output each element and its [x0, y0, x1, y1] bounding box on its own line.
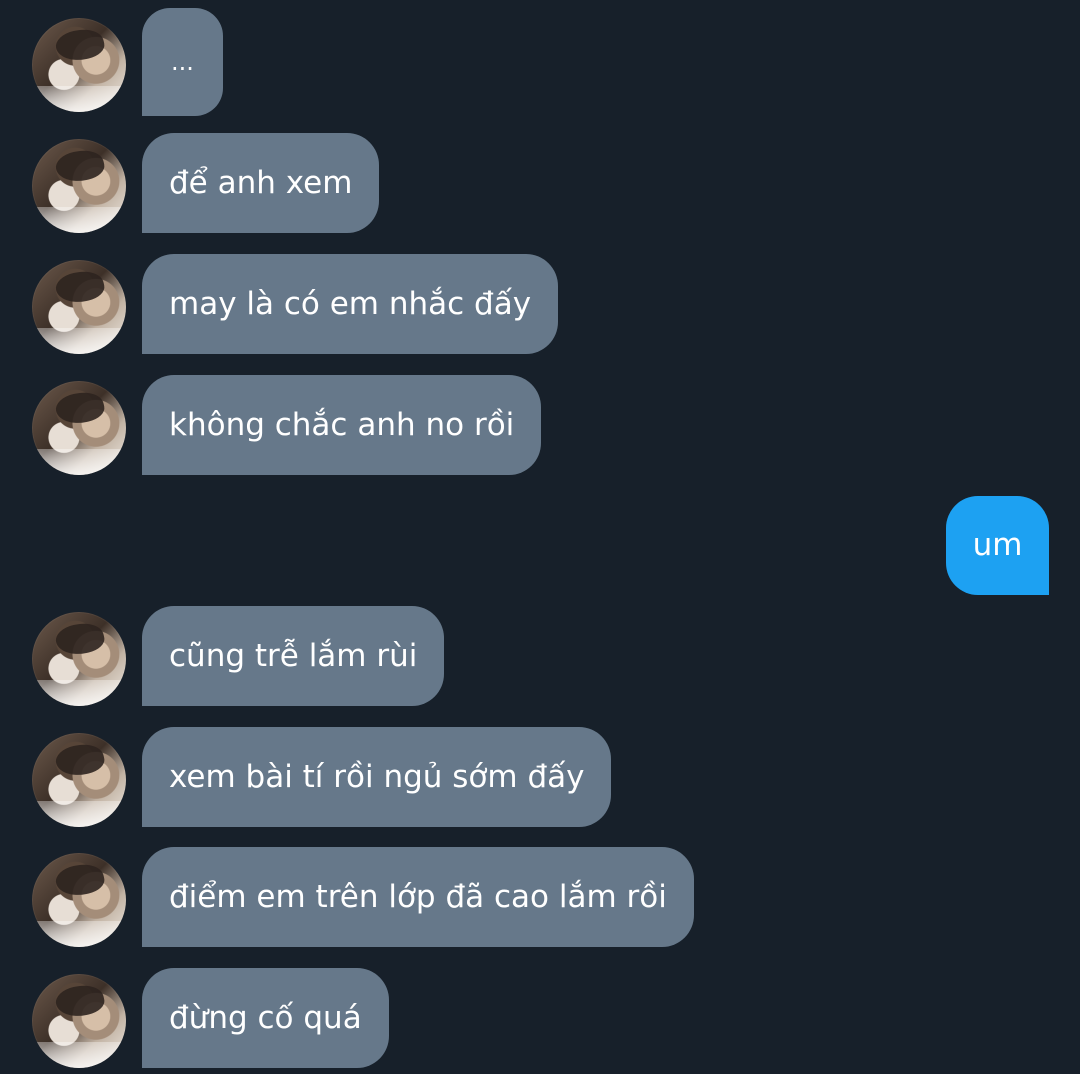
message-bubble-received[interactable]: ... [142, 8, 223, 116]
avatar[interactable] [32, 18, 126, 112]
avatar[interactable] [32, 381, 126, 475]
avatar[interactable] [32, 139, 126, 233]
avatar[interactable] [32, 853, 126, 947]
message-bubble-received[interactable]: xem bài tí rồi ngủ sớm đấy [142, 727, 612, 827]
message-bubble-received[interactable]: đừng cố quá [142, 968, 389, 1068]
message-row-received: điểm em trên lớp đã cao lắm rồi [0, 847, 1080, 947]
message-text: để anh xem [169, 164, 353, 201]
message-text: um [972, 527, 1023, 563]
avatar[interactable] [32, 260, 126, 354]
message-row-received: may là có em nhắc đấy [0, 254, 1080, 354]
message-text: may là có em nhắc đấy [169, 285, 532, 322]
message-bubble-sent[interactable]: um [946, 496, 1049, 595]
message-row-received: không chắc anh no rồi [0, 375, 1080, 475]
message-row-received: đừng cố quá [0, 968, 1080, 1068]
avatar[interactable] [32, 612, 126, 706]
message-row-received: cũng trễ lắm rùi [0, 606, 1080, 706]
message-row-sent: um [0, 496, 1080, 596]
message-bubble-received[interactable]: may là có em nhắc đấy [142, 254, 559, 354]
avatar[interactable] [32, 974, 126, 1068]
message-row-received: để anh xem [0, 133, 1080, 233]
message-text: ... [171, 48, 194, 76]
message-text: đừng cố quá [169, 999, 362, 1036]
message-text: không chắc anh no rồi [169, 406, 515, 443]
avatar[interactable] [32, 733, 126, 827]
message-row-received: xem bài tí rồi ngủ sớm đấy [0, 727, 1080, 827]
message-text: điểm em trên lớp đã cao lắm rồi [169, 878, 667, 915]
message-text: cũng trễ lắm rùi [169, 637, 418, 674]
message-text: xem bài tí rồi ngủ sớm đấy [169, 758, 585, 795]
message-bubble-received[interactable]: cũng trễ lắm rùi [142, 606, 445, 706]
message-row-received: ... [0, 4, 1080, 116]
message-bubble-received[interactable]: không chắc anh no rồi [142, 375, 542, 475]
message-bubble-received[interactable]: điểm em trên lớp đã cao lắm rồi [142, 847, 694, 947]
message-bubble-received[interactable]: để anh xem [142, 133, 380, 233]
chat-conversation: ... để anh xem may là có em nhắc đấy khô… [0, 0, 1080, 1074]
